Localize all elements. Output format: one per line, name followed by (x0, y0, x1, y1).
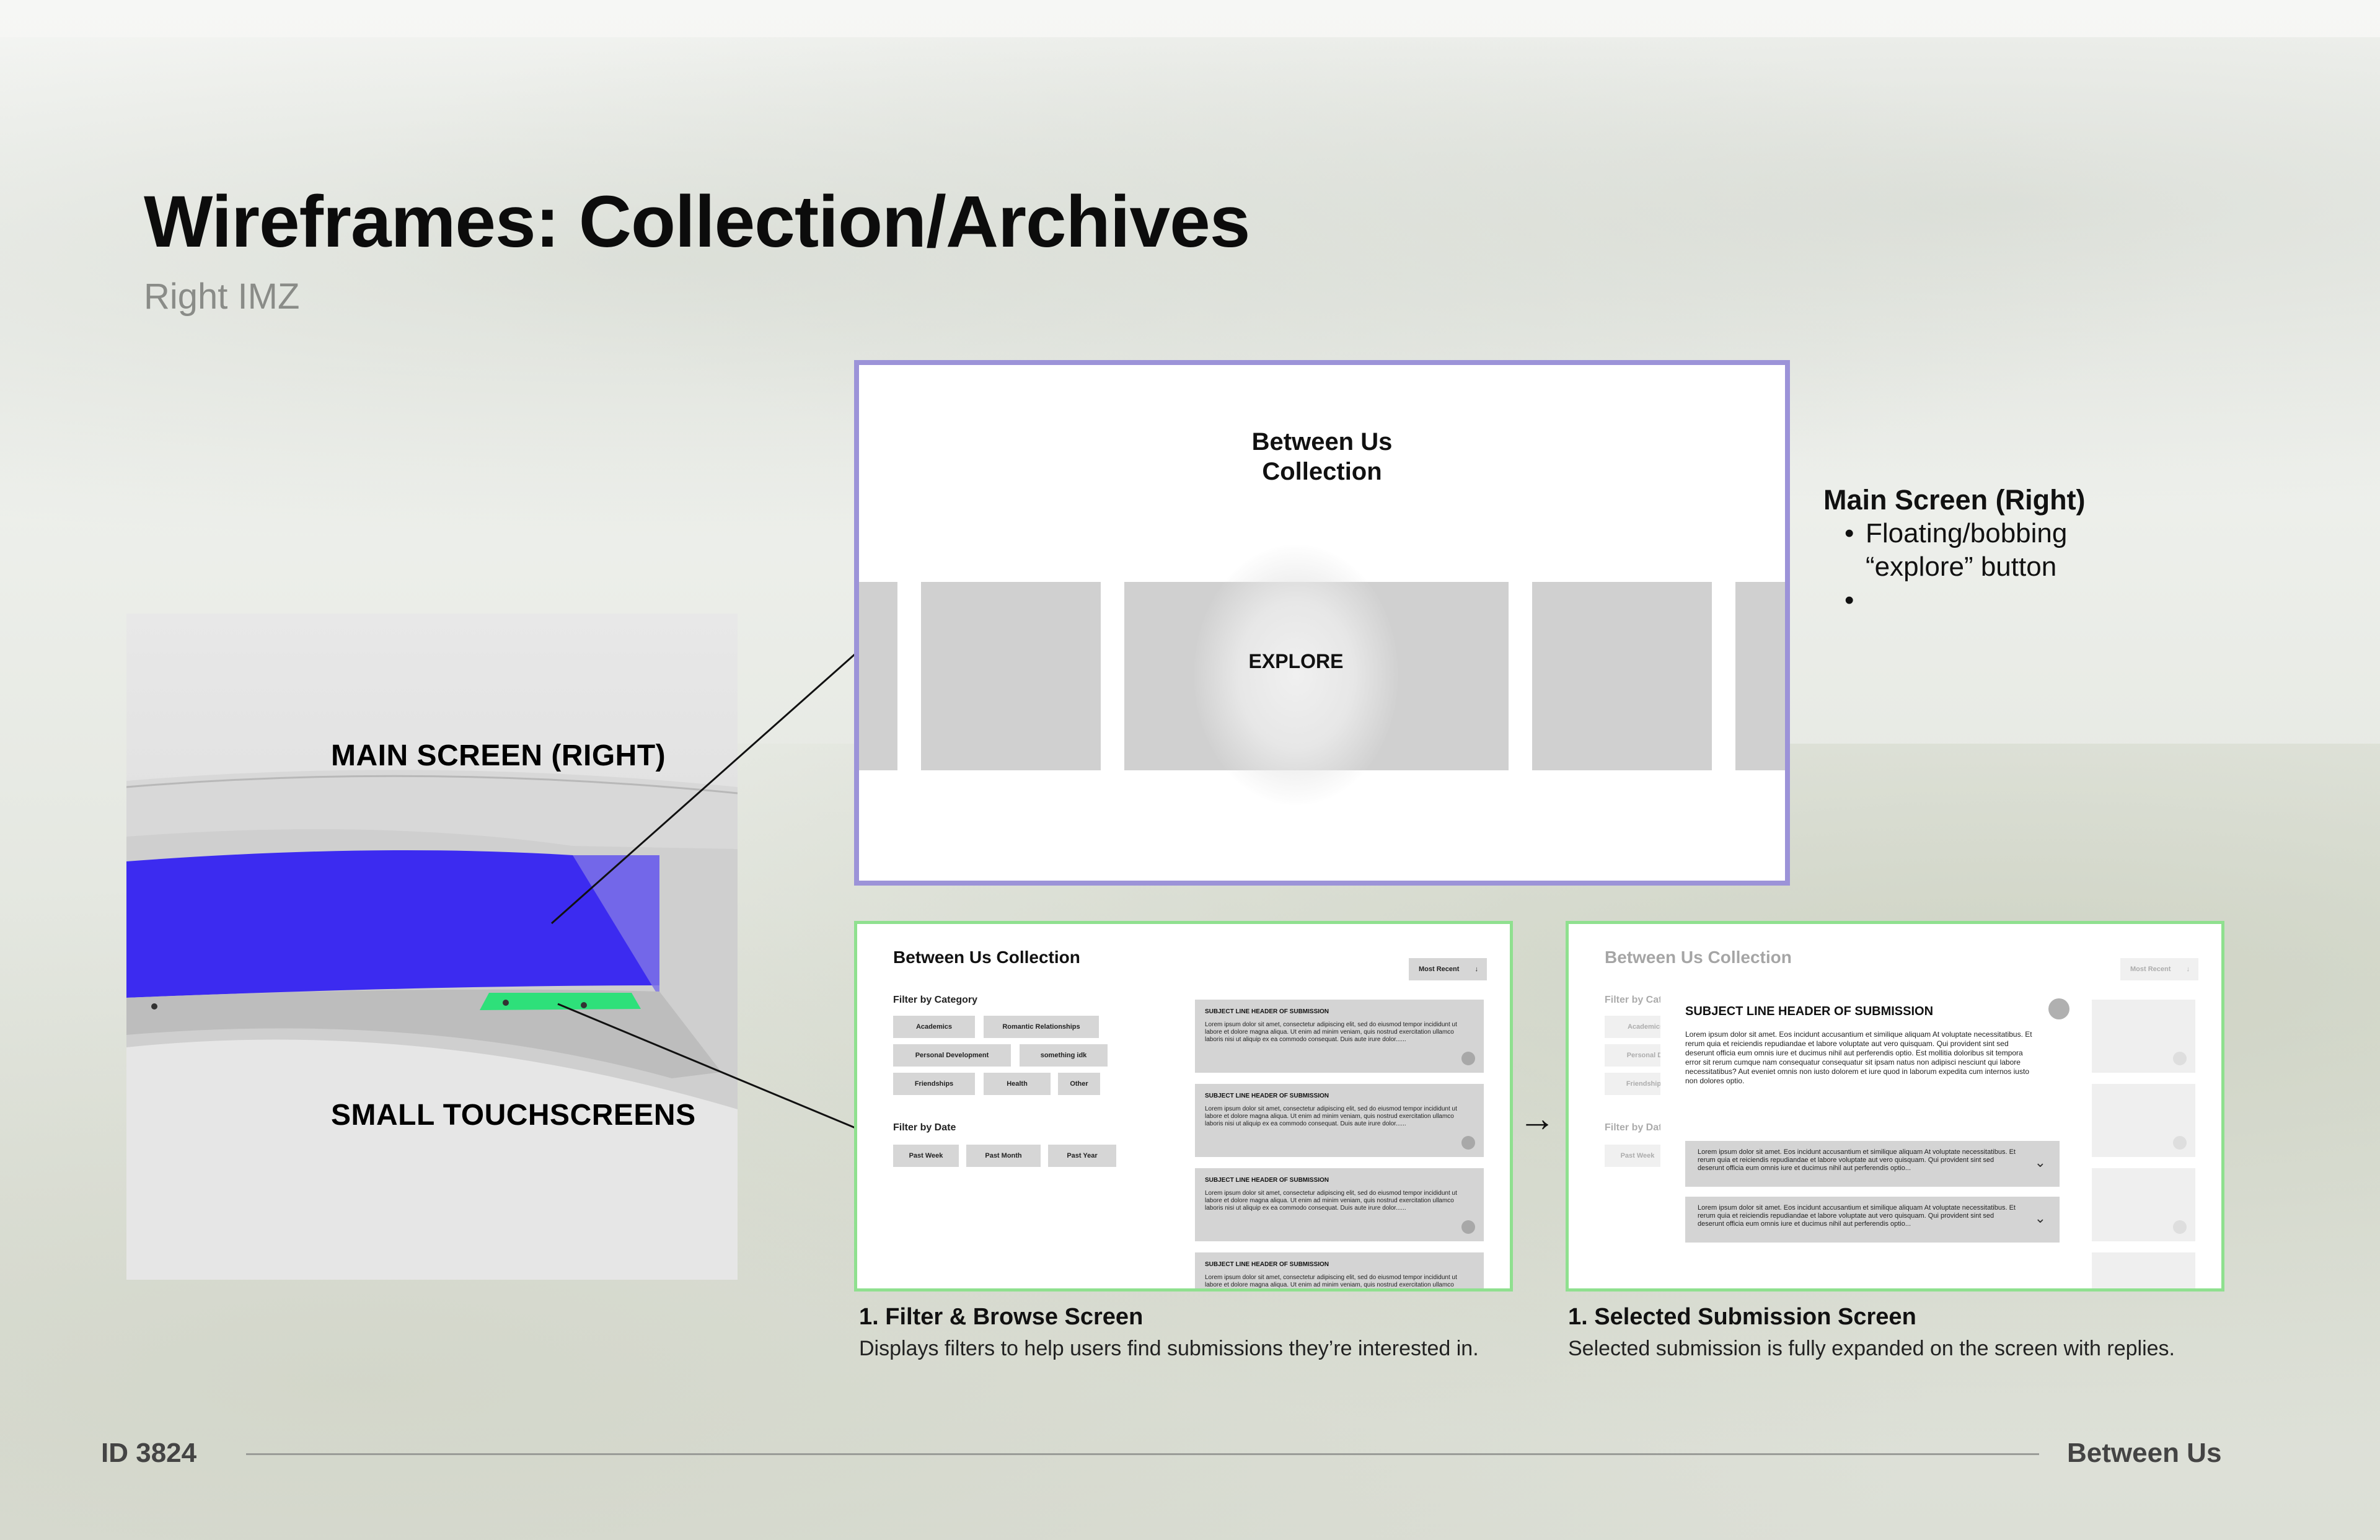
category-chip[interactable]: Romantic Relationships (984, 1016, 1099, 1038)
notes-heading: Main Screen (Right) (1823, 484, 2086, 516)
circle-icon[interactable] (1461, 1052, 1475, 1065)
reply-item[interactable]: Lorem ipsum dolor sit amet. Eos incidunt… (1685, 1197, 2060, 1243)
arrow-down-icon: ↓ (1474, 966, 1479, 973)
selected-caption: 1. Selected Submission Screen Selected s… (1568, 1304, 2175, 1360)
category-chip[interactable]: something idk (1020, 1044, 1108, 1067)
browse-title: Between Us Collection (893, 948, 1080, 967)
carousel-tile[interactable] (1532, 582, 1712, 770)
close-icon[interactable] (2048, 998, 2069, 1019)
sort-dropdown[interactable]: Most Recent ↓ (1409, 958, 1487, 980)
category-chip[interactable]: Personal Development (893, 1044, 1011, 1067)
footer-divider (246, 1453, 2039, 1455)
modal-header: SUBJECT LINE HEADER OF SUBMISSION (1685, 1005, 1934, 1018)
submission-card[interactable]: SUBJECT LINE HEADER OF SUBMISSION Lorem … (1195, 1000, 1484, 1073)
main-screen-notes: Main Screen (Right) Floating/bobbing “ex… (1823, 483, 2171, 617)
submission-modal: SUBJECT LINE HEADER OF SUBMISSION Lorem … (1660, 986, 2092, 1288)
carousel-tile[interactable] (921, 582, 1101, 770)
main-screen-wireframe: Between Us Collection EXPLORE (854, 360, 1790, 886)
modal-body: Lorem ipsum dolor sit amet. Eos incidunt… (1685, 1030, 2032, 1085)
carousel-tile[interactable] (1735, 582, 1785, 770)
carousel-tile[interactable] (859, 582, 897, 770)
footer-project: Between Us (2067, 1438, 2222, 1468)
notes-bullet (1844, 584, 2171, 617)
category-chip[interactable]: Other (1058, 1073, 1100, 1095)
explore-glow (1194, 545, 1398, 805)
notes-bullet: Floating/bobbing “explore” button (1844, 517, 2171, 584)
category-chip[interactable]: Friendships (893, 1073, 975, 1095)
reply-item[interactable]: Lorem ipsum dolor sit amet. Eos incidunt… (1685, 1141, 2060, 1187)
submission-card[interactable]: SUBJECT LINE HEADER OF SUBMISSION Lorem … (1195, 1084, 1484, 1157)
selected-screen-wireframe: Between Us Collection Most Recent ↓ Filte… (1566, 921, 2224, 1291)
footer-id: ID 3824 (101, 1438, 197, 1468)
date-chip[interactable]: Past Month (966, 1145, 1041, 1167)
submission-card[interactable]: SUBJECT LINE HEADER OF SUBMISSION Lorem … (1195, 1252, 1484, 1288)
filter-category-label: Filter by Category (893, 995, 978, 1005)
circle-icon[interactable] (1461, 1136, 1475, 1150)
explore-button[interactable]: EXPLORE (1194, 650, 1398, 673)
category-chip[interactable]: Academics (893, 1016, 975, 1038)
arrow-right-icon: → (1518, 1098, 1556, 1139)
date-chip[interactable]: Past Year (1048, 1145, 1116, 1167)
filter-date-label: Filter by Date (893, 1122, 956, 1133)
chevron-down-icon: ⌄ (2034, 1210, 2046, 1226)
browse-caption: 1. Filter & Browse Screen Displays filte… (859, 1304, 1479, 1360)
circle-icon[interactable] (1461, 1220, 1475, 1234)
submission-card[interactable]: SUBJECT LINE HEADER OF SUBMISSION Lorem … (1195, 1168, 1484, 1241)
date-chip[interactable]: Past Week (893, 1145, 959, 1167)
category-chip[interactable]: Health (984, 1073, 1051, 1095)
browse-screen-wireframe: Between Us Collection Most Recent ↓ Filt… (854, 921, 1513, 1291)
main-screen-title: Between Us Collection (1251, 428, 1393, 485)
chevron-down-icon: ⌄ (2034, 1155, 2046, 1170)
